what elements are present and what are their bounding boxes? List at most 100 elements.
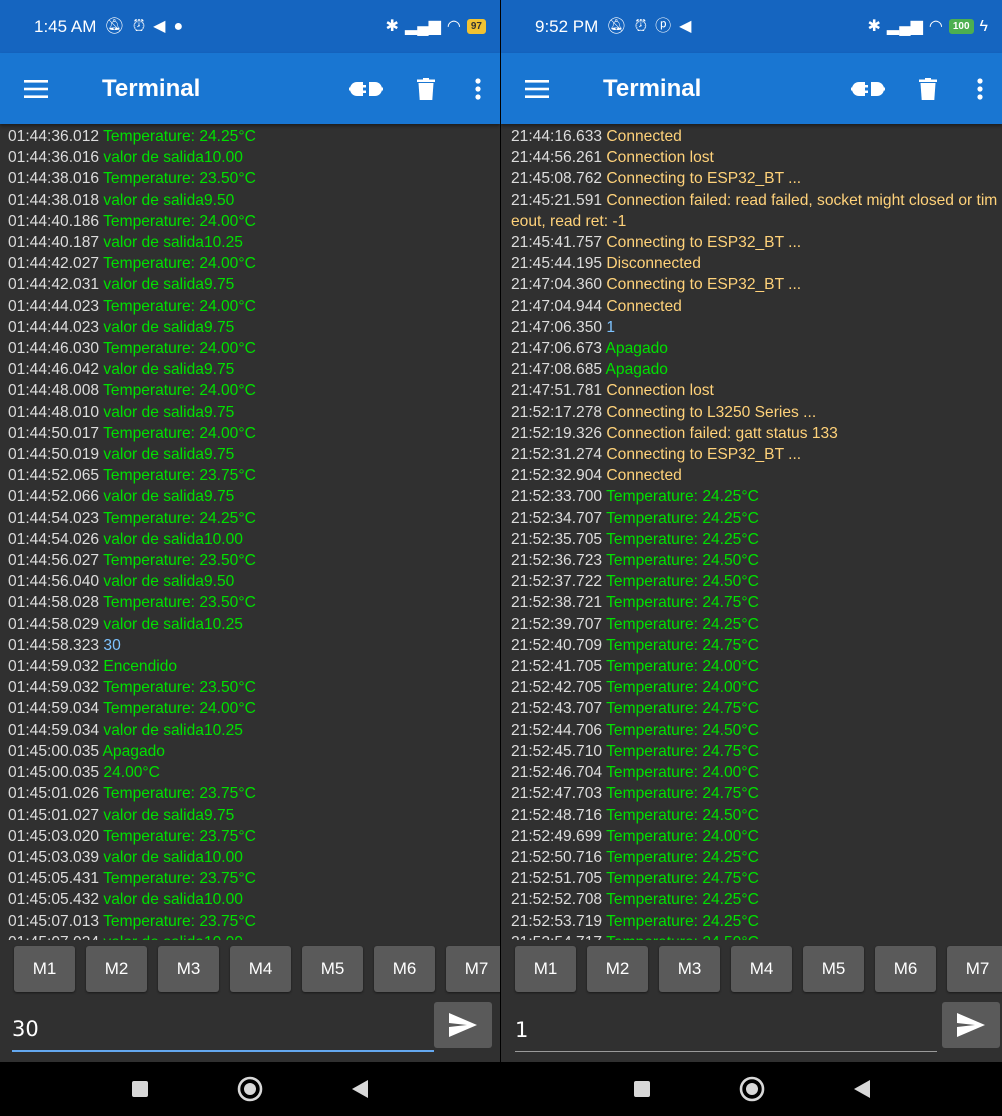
recents-button[interactable] — [587, 1062, 697, 1116]
terminal-line: 01:44:56.040 valor de salida9.50 — [8, 571, 500, 592]
terminal-line: 21:52:40.709 Temperature: 24.75°C — [511, 635, 1002, 656]
alarm-icon: ⏰︎ — [634, 17, 648, 35]
terminal-line: 01:44:48.010 valor de salida9.75 — [8, 402, 500, 423]
macro-button-m5[interactable]: M5 — [302, 946, 363, 992]
macro-button-m5[interactable]: M5 — [803, 946, 864, 992]
macro-button-m1[interactable]: M1 — [14, 946, 75, 992]
alarm-icon: ⏰︎ — [132, 17, 146, 35]
terminal-line: 01:44:59.032 Temperature: 23.50°C — [8, 677, 500, 698]
macro-button-m7[interactable]: M7 — [947, 946, 1002, 992]
macro-button-m4[interactable]: M4 — [731, 946, 792, 992]
line-message: valor de salida10.25 — [103, 721, 243, 739]
line-timestamp: 01:45:03.020 — [8, 827, 104, 845]
terminal-line: 01:44:40.186 Temperature: 24.00°C — [8, 211, 500, 232]
line-timestamp: 21:52:50.716 — [511, 848, 607, 866]
line-message: Apagado — [605, 361, 668, 379]
terminal-output[interactable]: 21:44:16.633 Connected 21:44:56.261 Conne… — [501, 124, 1002, 940]
line-message: Temperature: 24.50°C — [606, 552, 759, 570]
line-timestamp: 21:52:45.710 — [511, 742, 607, 760]
line-timestamp: 01:45:01.026 — [8, 785, 104, 803]
macro-button-m4[interactable]: M4 — [230, 946, 291, 992]
menu-icon[interactable] — [0, 53, 72, 124]
terminal-line: 01:44:42.027 Temperature: 24.00°C — [8, 253, 500, 274]
back-button[interactable] — [305, 1062, 415, 1116]
macro-button-m7[interactable]: M7 — [446, 946, 500, 992]
macro-button-m6[interactable]: M6 — [374, 946, 435, 992]
battery-icon: 97 — [466, 19, 486, 34]
terminal-output[interactable]: 01:44:36.012 Temperature: 24.25°C 01:44:3… — [0, 124, 500, 940]
line-message: valor de salida9.75 — [103, 318, 235, 336]
line-timestamp: 21:52:39.707 — [511, 615, 607, 633]
line-timestamp: 01:44:56.027 — [8, 552, 104, 570]
line-timestamp: 01:44:59.032 — [8, 679, 104, 697]
terminal-line: 21:52:33.700 Temperature: 24.25°C — [511, 486, 1002, 507]
connect-icon[interactable] — [336, 53, 396, 124]
terminal-line: 01:45:03.039 valor de salida10.00 — [8, 847, 500, 868]
macro-button-m6[interactable]: M6 — [875, 946, 936, 992]
line-message: Temperature: 24.25°C — [103, 128, 256, 145]
line-timestamp: 21:45:21.591 — [511, 191, 607, 209]
terminal-line: 21:52:54.717 Temperature: 24.50°C — [511, 932, 1002, 940]
line-timestamp: 01:44:40.187 — [8, 234, 104, 252]
macro-button-m3[interactable]: M3 — [158, 946, 219, 992]
send-text-input[interactable] — [515, 1012, 937, 1052]
line-timestamp: 01:45:00.035 — [8, 764, 104, 782]
line-timestamp: 21:52:37.722 — [511, 573, 607, 591]
terminal-line: 01:44:58.323 30 — [8, 635, 500, 656]
more-options-icon[interactable] — [456, 53, 500, 124]
connect-icon[interactable] — [838, 53, 898, 124]
home-button[interactable] — [697, 1062, 807, 1116]
send-button[interactable] — [434, 1002, 492, 1048]
line-message: Temperature: 24.00°C — [103, 424, 256, 442]
line-timestamp: 21:52:46.704 — [511, 764, 607, 782]
line-message: Temperature: 24.50°C — [606, 934, 759, 940]
terminal-line: 21:47:51.781 Connection lost — [511, 380, 1002, 401]
send-button[interactable] — [942, 1002, 1000, 1048]
recents-button[interactable] — [85, 1062, 195, 1116]
bluetooth-icon: ✱ — [867, 17, 881, 35]
menu-icon[interactable] — [501, 53, 573, 124]
send-icon: ◀ — [153, 17, 166, 35]
line-message: Temperature: 24.00°C — [103, 382, 256, 400]
terminal-line: 21:45:41.757 Connecting to ESP32_BT ... — [511, 232, 1002, 253]
line-timestamp: 01:45:05.431 — [8, 870, 104, 888]
line-timestamp: 01:45:01.027 — [8, 806, 104, 824]
terminal-line: 01:44:54.026 valor de salida10.00 — [8, 529, 500, 550]
send-text-input[interactable] — [12, 1012, 434, 1052]
wifi-icon: ◠ — [928, 17, 943, 35]
line-message: Temperature: 24.25°C — [606, 488, 759, 506]
line-message: Temperature: 24.25°C — [606, 509, 759, 527]
trash-icon[interactable] — [898, 53, 958, 124]
line-message: Temperature: 24.00°C — [606, 658, 759, 676]
terminal-line: 01:45:03.020 Temperature: 23.75°C — [8, 826, 500, 847]
line-message: valor de salida10.00 — [103, 934, 243, 940]
more-options-icon[interactable] — [958, 53, 1002, 124]
line-timestamp: 21:52:44.706 — [511, 721, 607, 739]
line-message: Connecting to ESP32_BT ... — [606, 446, 802, 464]
line-timestamp: 21:52:40.709 — [511, 636, 607, 654]
terminal-line: 21:52:32.904 Connected — [511, 465, 1002, 486]
terminal-line: 01:45:00.035 Apagado — [8, 741, 500, 762]
line-timestamp: 01:44:42.031 — [8, 276, 104, 294]
line-timestamp: 21:47:04.944 — [511, 297, 607, 315]
line-timestamp: 01:44:58.028 — [8, 594, 104, 612]
line-timestamp: 01:44:50.019 — [8, 446, 104, 464]
home-button[interactable] — [195, 1062, 305, 1116]
line-message: Temperature: 24.00°C — [606, 679, 759, 697]
line-message: valor de salida9.75 — [103, 361, 235, 379]
trash-icon[interactable] — [396, 53, 456, 124]
back-button[interactable] — [807, 1062, 917, 1116]
terminal-line: 21:52:36.723 Temperature: 24.50°C — [511, 550, 1002, 571]
macro-button-m2[interactable]: M2 — [86, 946, 147, 992]
macro-button-m1[interactable]: M1 — [515, 946, 576, 992]
line-message: Temperature: 24.25°C — [606, 615, 759, 633]
line-timestamp: 01:44:42.027 — [8, 255, 104, 273]
terminal-line: 01:44:46.042 valor de salida9.75 — [8, 359, 500, 380]
wifi-icon: ◠ — [446, 17, 461, 35]
terminal-line: 21:52:41.705 Temperature: 24.00°C — [511, 656, 1002, 677]
macro-button-m2[interactable]: M2 — [587, 946, 648, 992]
line-message: valor de salida10.00 — [103, 848, 243, 866]
line-message: Temperature: 23.75°C — [103, 870, 256, 888]
line-message: Temperature: 24.00°C — [103, 212, 256, 230]
macro-button-m3[interactable]: M3 — [659, 946, 720, 992]
